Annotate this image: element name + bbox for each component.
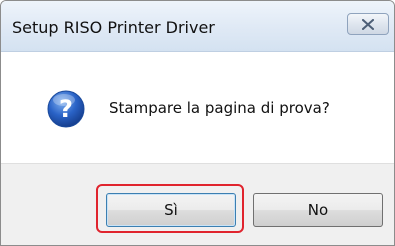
dialog-window: Setup RISO Printer Driver ? Stampare la … [0, 0, 395, 246]
close-icon [362, 19, 374, 30]
dialog-content: ? Stampare la pagina di prova? [1, 52, 394, 163]
title-bar: Setup RISO Printer Driver [1, 1, 394, 52]
svg-text:?: ? [59, 95, 73, 123]
dialog-message: Stampare la pagina di prova? [109, 99, 330, 117]
yes-button[interactable]: Sì [106, 193, 236, 227]
no-button[interactable]: No [253, 193, 383, 227]
window-title: Setup RISO Printer Driver [12, 18, 215, 37]
question-icon: ? [47, 90, 85, 128]
close-button[interactable] [347, 13, 389, 35]
button-bar: Sì No [1, 163, 394, 245]
